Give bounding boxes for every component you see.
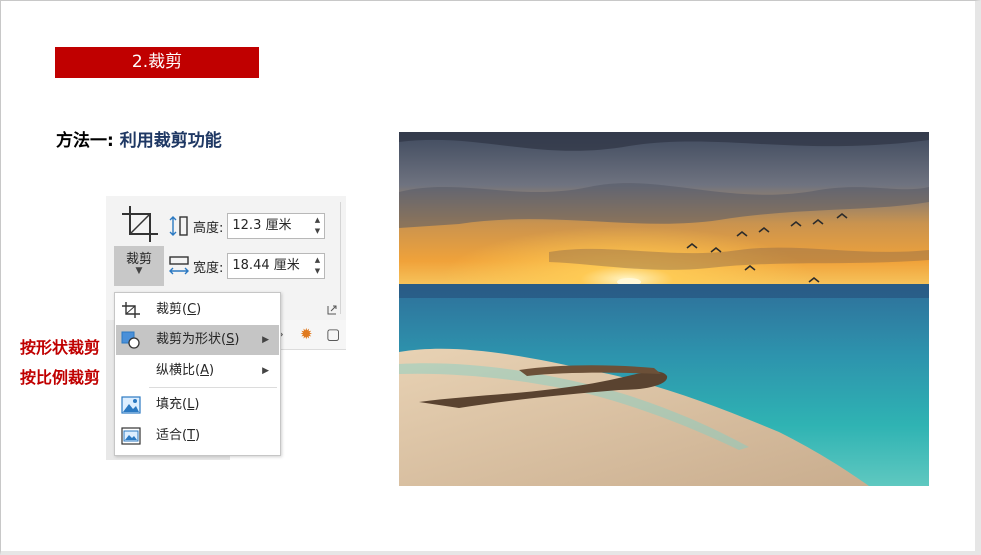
menu-item-fill[interactable]: 填充(L) [116, 390, 279, 420]
height-label: 高度: [193, 220, 224, 236]
crop-icon [122, 302, 140, 318]
menu-item-label: 裁剪(C) [156, 302, 202, 317]
menu-item-crop[interactable]: 裁剪(C) [116, 295, 279, 325]
fit-picture-icon [121, 427, 141, 445]
dialog-launcher-icon[interactable] [327, 305, 337, 315]
menu-item-aspect-ratio[interactable]: 纵横比(A) ▶ [116, 356, 279, 386]
width-label: 宽度: [193, 260, 224, 276]
height-spinner[interactable]: ▲ ▼ [312, 215, 322, 237]
crop-to-shape-icon [121, 331, 140, 349]
method-heading-accent: 利用裁剪功能 [119, 131, 222, 151]
settings-gear-icon[interactable]: ✹ [300, 325, 313, 343]
height-field[interactable]: 12.3 厘米 ▲ ▼ [227, 213, 326, 239]
note-crop-by-shape: 按形状裁剪 [20, 338, 101, 357]
crop-icon[interactable] [120, 204, 160, 244]
height-row: 高度: 12.3 厘米 ▲ ▼ [168, 213, 326, 239]
menu-item-label: 适合(T) [156, 428, 201, 443]
ribbon-crop-screenshot: 裁剪 ▼ 高度: 12.3 厘米 ▲ ▼ 宽度: 18.44 厘米 ▲ ▼ › ✹ [106, 196, 346, 460]
height-value: 12.3 厘米 [232, 218, 292, 233]
menu-item-crop-to-shape[interactable]: 裁剪为形状(S) ▶ [116, 325, 279, 355]
method-heading-prefix: 方法一: [56, 131, 120, 151]
fill-picture-icon [121, 396, 141, 414]
menu-item-label: 纵横比(A) [156, 363, 215, 378]
width-spinner[interactable]: ▲ ▼ [312, 255, 322, 277]
crop-button[interactable]: 裁剪 ▼ [114, 246, 164, 286]
window-icon[interactable]: ▢ [326, 325, 340, 343]
chevron-down-icon: ▼ [135, 266, 143, 276]
menu-item-fit[interactable]: 适合(T) [116, 421, 279, 451]
note-crop-by-ratio: 按比例裁剪 [20, 368, 101, 387]
width-value: 18.44 厘米 [232, 258, 300, 273]
shape-width-icon [169, 256, 189, 275]
section-title-banner: 2.裁剪 [55, 47, 259, 78]
menu-separator [149, 387, 277, 388]
method-heading: 方法一: 利用裁剪功能 [56, 126, 222, 151]
submenu-arrow-icon: ▶ [262, 335, 269, 345]
submenu-arrow-icon: ▶ [262, 366, 269, 376]
ribbon-divider [340, 202, 341, 314]
sunset-beach-photo [399, 132, 929, 486]
width-row: 宽度: 18.44 厘米 ▲ ▼ [168, 253, 326, 279]
crop-button-label: 裁剪 [125, 252, 152, 267]
width-field[interactable]: 18.44 厘米 ▲ ▼ [227, 253, 326, 279]
crop-dropdown-menu: 裁剪(C) 裁剪为形状(S) ▶ 纵横比(A) ▶ 填充(L) 适合(T) [114, 292, 281, 456]
menu-item-label: 裁剪为形状(S) [156, 332, 240, 347]
shape-height-icon [169, 216, 188, 236]
menu-item-label: 填充(L) [156, 397, 200, 412]
